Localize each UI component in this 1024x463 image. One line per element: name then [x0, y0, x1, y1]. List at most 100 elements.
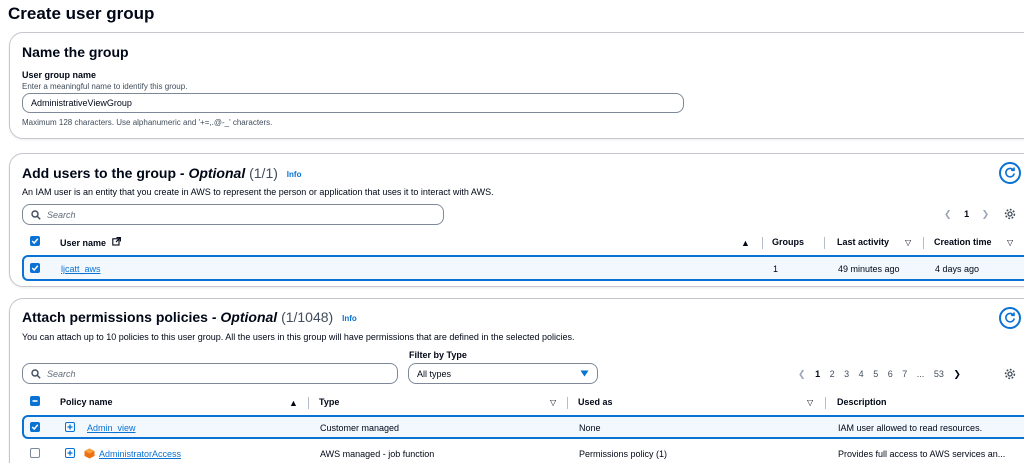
users-select-all-checkbox[interactable]	[30, 236, 40, 246]
users-search-placeholder: Search	[47, 209, 76, 220]
column-header-used-as[interactable]: Used as	[578, 397, 613, 407]
chevron-right-icon[interactable]: ❯	[953, 369, 961, 379]
column-header-type[interactable]: Type	[319, 397, 339, 407]
policy-used-as: Permissions policy (1)	[579, 449, 668, 459]
name-group-panel: Name the group User group name Enter a m…	[9, 32, 1024, 139]
chevron-right-icon[interactable]: ❯	[982, 209, 990, 219]
column-divider	[762, 237, 763, 249]
gear-icon	[1004, 208, 1016, 220]
external-link-icon	[111, 237, 121, 246]
user-creation-time: 4 days ago	[935, 264, 980, 274]
search-icon	[31, 368, 41, 379]
indeterminate-icon	[32, 400, 38, 402]
user-last-activity: 49 minutes ago	[838, 264, 900, 274]
refresh-icon	[1005, 312, 1015, 323]
sort-caret-down-icon[interactable]: ▽	[550, 398, 556, 407]
user-group-name-label: User group name	[22, 70, 97, 80]
policy-type: AWS managed - job function	[320, 449, 435, 459]
column-header-groups[interactable]: Groups	[772, 237, 804, 247]
policies-info-link[interactable]: Info	[342, 314, 357, 323]
table-row[interactable]: ljcatt_aws 1 49 minutes ago 4 days ago	[22, 255, 1024, 281]
policies-section-count: (1/1048)	[281, 309, 334, 325]
expand-plus-icon[interactable]	[65, 448, 75, 458]
user-group-name-description: Enter a meaningful name to identify this…	[22, 82, 188, 91]
column-header-policy-name[interactable]: Policy name	[60, 397, 113, 407]
chevron-left-icon[interactable]: ❮	[798, 369, 806, 379]
sort-caret-down-icon[interactable]: ▽	[1007, 238, 1013, 247]
users-section-count: (1/1)	[249, 165, 278, 181]
policies-page-last[interactable]: 53	[934, 369, 944, 379]
policies-page-7[interactable]: 7	[902, 369, 907, 379]
name-section-title: Name the group	[22, 44, 129, 60]
policies-search-input[interactable]: Search	[22, 363, 398, 384]
policies-page-1[interactable]: 1	[815, 369, 820, 379]
users-section-optional: - Optional	[179, 165, 246, 181]
column-divider	[567, 397, 568, 409]
policies-select-all-checkbox[interactable]	[30, 396, 40, 406]
filter-by-type-label: Filter by Type	[409, 350, 467, 360]
search-icon	[31, 209, 41, 220]
sort-caret-down-icon[interactable]: ▽	[905, 238, 911, 247]
policy-name-link[interactable]: AdministratorAccess	[99, 449, 181, 459]
policies-page-ellipsis: ...	[916, 369, 925, 379]
policy-used-as: None	[579, 423, 601, 433]
sort-caret-down-icon[interactable]: ▽	[807, 398, 813, 407]
policies-section-title: Attach permissions policies	[22, 309, 208, 325]
expand-plus-icon[interactable]	[65, 422, 75, 432]
users-section-title: Add users to the group	[22, 165, 176, 181]
check-icon	[31, 265, 39, 272]
user-group-name-input[interactable]: AdministrativeViewGroup	[22, 93, 684, 113]
users-preferences-button[interactable]	[1004, 207, 1016, 225]
policies-section-optional: - Optional	[211, 309, 278, 325]
row-checkbox[interactable]	[30, 448, 40, 458]
sort-ascending-icon[interactable]: ▲	[289, 398, 298, 408]
users-section-header: Add users to the group - Optional (1/1) …	[22, 165, 301, 181]
policies-page-3[interactable]: 3	[844, 369, 849, 379]
policy-description: Provides full access to AWS services an.…	[838, 449, 1006, 459]
add-users-panel: Add users to the group - Optional (1/1) …	[9, 153, 1024, 287]
users-page-current[interactable]: 1	[964, 209, 969, 219]
policies-section-header: Attach permissions policies - Optional (…	[22, 309, 357, 325]
gear-icon	[1004, 368, 1016, 380]
sort-ascending-icon[interactable]: ▲	[741, 238, 750, 248]
check-icon	[31, 238, 39, 245]
row-checkbox[interactable]	[30, 263, 40, 273]
page-title: Create user group	[8, 4, 155, 23]
column-header-user-name[interactable]: User name	[60, 237, 121, 248]
user-name-link[interactable]: ljcatt_aws	[61, 264, 101, 274]
column-header-creation-time[interactable]: Creation time	[934, 237, 992, 247]
column-header-description[interactable]: Description	[837, 397, 887, 407]
caret-down-icon	[580, 370, 589, 377]
filter-by-type-select[interactable]: All types	[408, 363, 598, 384]
policies-page-4[interactable]: 4	[859, 369, 864, 379]
check-icon	[31, 424, 39, 431]
filter-by-type-value: All types	[417, 368, 452, 379]
users-info-link[interactable]: Info	[287, 170, 302, 179]
chevron-left-icon[interactable]: ❮	[944, 209, 952, 219]
policies-page-6[interactable]: 6	[888, 369, 893, 379]
column-divider	[824, 237, 825, 249]
policies-pagination: ❮ 1 2 3 4 5 6 7 ... 53 ❯	[798, 369, 961, 380]
column-header-last-activity[interactable]: Last activity	[837, 237, 889, 247]
policies-section-description: You can attach up to 10 policies to this…	[22, 332, 575, 342]
policies-refresh-button[interactable]	[999, 307, 1021, 329]
attach-policies-panel: Attach permissions policies - Optional (…	[9, 298, 1024, 463]
user-group-name-value: AdministrativeViewGroup	[31, 98, 132, 108]
users-pagination: ❮ 1 ❯	[944, 209, 989, 220]
users-refresh-button[interactable]	[999, 162, 1021, 184]
column-divider	[825, 397, 826, 409]
refresh-icon	[1005, 167, 1015, 178]
policies-page-5[interactable]: 5	[873, 369, 878, 379]
aws-managed-icon	[84, 446, 95, 463]
row-checkbox[interactable]	[30, 422, 40, 432]
policies-preferences-button[interactable]	[1004, 367, 1016, 385]
policy-type: Customer managed	[320, 423, 400, 433]
user-group-name-constraint: Maximum 128 characters. Use alphanumeric…	[22, 118, 273, 127]
policy-name-link[interactable]: Admin_view	[87, 423, 136, 433]
table-row[interactable]: AdministratorAccess AWS managed - job fu…	[22, 441, 1024, 463]
users-search-input[interactable]: Search	[22, 204, 444, 225]
table-row[interactable]: Admin_view Customer managed None IAM use…	[22, 415, 1024, 439]
column-divider	[923, 237, 924, 249]
policies-page-2[interactable]: 2	[830, 369, 835, 379]
policy-description: IAM user allowed to read resources.	[838, 423, 983, 433]
